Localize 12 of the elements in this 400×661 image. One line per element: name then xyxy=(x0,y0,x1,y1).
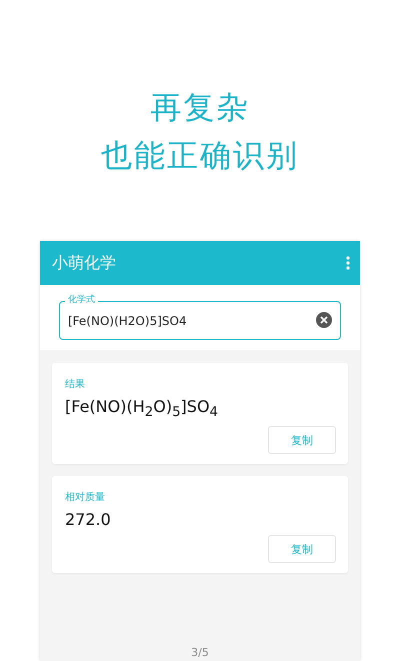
headline: 也能正确识别 xyxy=(101,137,299,176)
card-label: 相对质量 xyxy=(65,490,105,504)
copy-button[interactable]: 复制 xyxy=(268,535,336,564)
app-title: 小萌化学 xyxy=(52,252,116,274)
copy-button[interactable]: 复制 xyxy=(268,426,336,454)
card-value: 272.0 xyxy=(65,510,111,530)
card-value: [Fe(NO)(H$_{2}$O)$_{5}$]SO$_{4}$ xyxy=(65,397,218,420)
page-indicator: 3/5 xyxy=(191,646,209,659)
headline: 再复杂 xyxy=(150,89,250,128)
field-label: 化学式 xyxy=(65,293,98,306)
clear-icon[interactable] xyxy=(316,312,332,328)
card-label: 结果 xyxy=(65,378,85,391)
